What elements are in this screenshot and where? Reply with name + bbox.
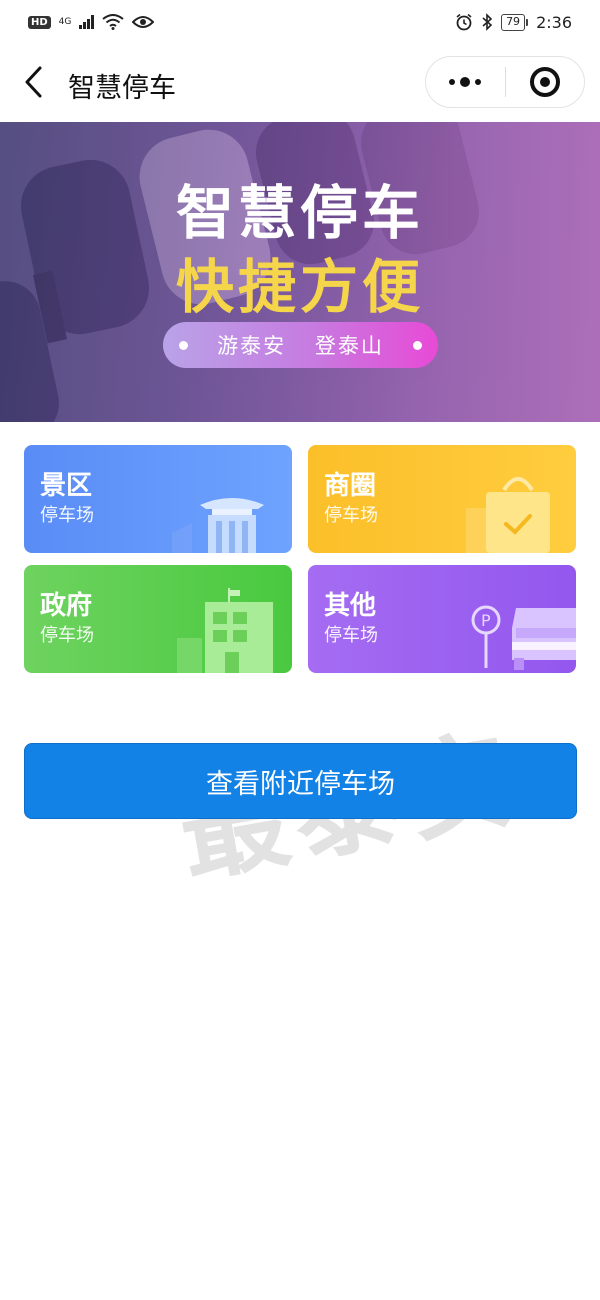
category-name: 景区 bbox=[40, 471, 93, 501]
shopping-bag-icon bbox=[466, 477, 550, 553]
page-title: 智慧停车 bbox=[68, 73, 176, 104]
category-sub: 停车场 bbox=[324, 625, 378, 646]
category-sub: 停车场 bbox=[324, 505, 378, 526]
nav-bar: 智慧停车 bbox=[0, 44, 600, 122]
category-name: 政府 bbox=[40, 591, 93, 621]
category-sub: 停车场 bbox=[40, 625, 94, 646]
target-circle-icon bbox=[529, 67, 560, 97]
svg-text:P: P bbox=[481, 611, 491, 630]
status-bar: HD 4G 79 2:36 bbox=[0, 0, 600, 44]
banner-slogan: 游泰安 登泰山 bbox=[217, 334, 384, 358]
category-name: 其他 bbox=[324, 591, 377, 621]
banner-title: 智慧停车 bbox=[175, 179, 424, 247]
hd-badge: HD bbox=[28, 15, 51, 29]
mini-program-capsule bbox=[425, 56, 585, 108]
category-sub: 停车场 bbox=[40, 505, 94, 526]
category-card-other[interactable]: 其他 停车场 P bbox=[308, 565, 576, 673]
office-building-icon bbox=[177, 588, 273, 673]
category-card-government[interactable]: 政府 停车场 bbox=[24, 565, 292, 673]
close-button[interactable] bbox=[506, 57, 585, 107]
chevron-left-icon bbox=[25, 66, 42, 98]
alarm-icon bbox=[456, 13, 472, 31]
pill-dot-right bbox=[413, 340, 422, 350]
temple-icon bbox=[172, 498, 264, 553]
parking-car-icon: P bbox=[471, 605, 576, 670]
back-button[interactable] bbox=[16, 64, 52, 100]
bluetooth-icon bbox=[482, 13, 493, 31]
banner-slogan-pill: 游泰安 登泰山 bbox=[163, 322, 438, 368]
promo-banner[interactable]: 智慧停车 快捷方便 游泰安 登泰山 bbox=[0, 122, 600, 422]
clock: 2:36 bbox=[536, 12, 572, 32]
category-card-mall[interactable]: 商圈 停车场 bbox=[308, 445, 576, 553]
category-name: 商圈 bbox=[324, 471, 377, 501]
more-dots-icon bbox=[449, 77, 482, 87]
eye-icon bbox=[132, 16, 155, 28]
view-nearby-parking-button[interactable]: 查看附近停车场 bbox=[24, 743, 577, 819]
battery-icon: 79 bbox=[501, 13, 529, 31]
pill-dot-left bbox=[179, 340, 188, 350]
signal-icon bbox=[79, 15, 95, 29]
wifi-icon bbox=[102, 14, 124, 30]
more-button[interactable] bbox=[426, 57, 505, 107]
banner-subtitle: 快捷方便 bbox=[175, 253, 424, 321]
network-type: 4G bbox=[58, 16, 72, 27]
category-card-scenic[interactable]: 景区 停车场 bbox=[24, 445, 292, 553]
